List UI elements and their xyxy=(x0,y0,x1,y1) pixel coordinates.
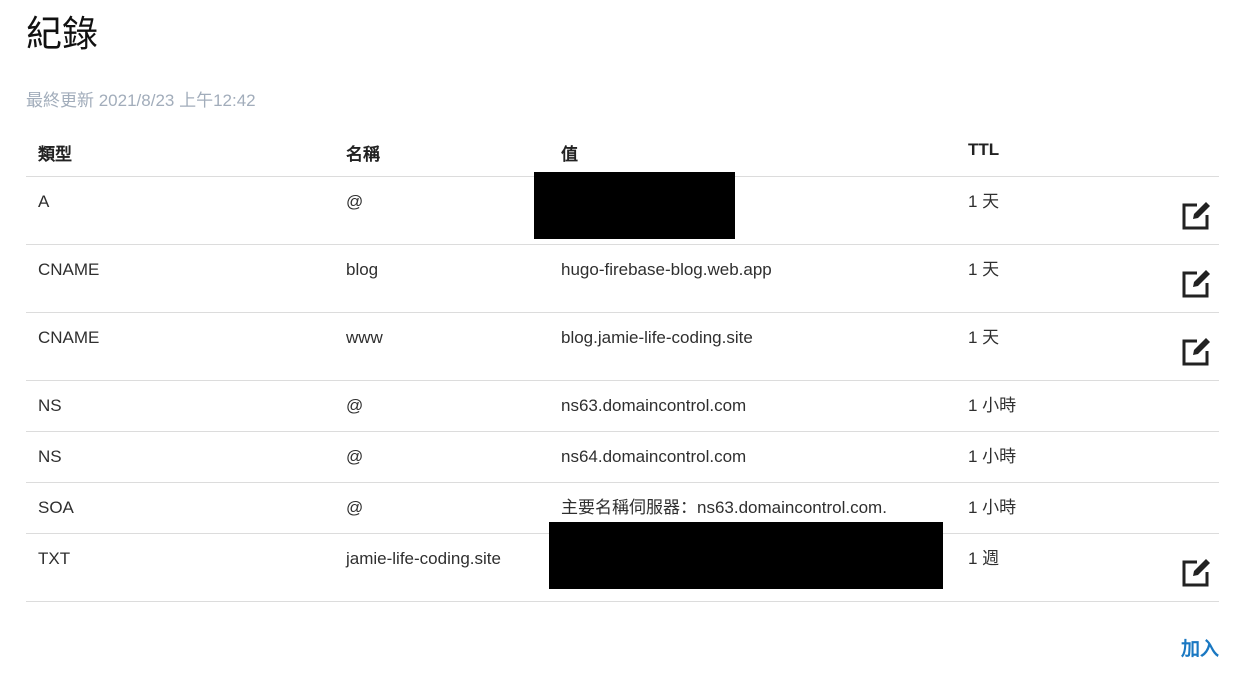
table-row: NS @ ns64.domaincontrol.com 1 小時 xyxy=(26,432,1219,483)
record-type: NS xyxy=(38,396,62,415)
record-type: CNAME xyxy=(38,328,100,347)
record-value: 主要名稱伺服器：ns63.domaincontrol.com. xyxy=(561,498,887,517)
edit-record-button[interactable] xyxy=(1180,335,1212,367)
table-header: 類型 名稱 值 TTL xyxy=(26,130,1219,177)
redacted-value xyxy=(549,522,943,589)
table-row: CNAME www blog.jamie-life-coding.site 1 … xyxy=(26,313,1219,381)
record-name: @ xyxy=(346,447,364,466)
record-type: A xyxy=(38,192,50,211)
column-header-value: 值 xyxy=(561,145,578,164)
record-ttl: 1 小時 xyxy=(968,498,1017,517)
record-value: blog.jamie-life-coding.site xyxy=(561,328,753,347)
record-name: jamie-life-coding.site xyxy=(346,549,501,568)
column-header-name: 名稱 xyxy=(346,145,380,164)
last-updated-text: 最終更新 2021/8/23 上午12:42 xyxy=(26,91,256,110)
record-ttl: 1 天 xyxy=(968,328,1000,347)
record-ttl: 1 天 xyxy=(968,260,1000,279)
record-name: @ xyxy=(346,396,364,415)
record-ttl: 1 小時 xyxy=(968,396,1017,415)
edit-record-button[interactable] xyxy=(1180,556,1212,588)
page-title: 紀錄 xyxy=(26,13,99,54)
edit-icon xyxy=(1182,270,1210,298)
edit-record-button[interactable] xyxy=(1180,199,1212,231)
record-name: www xyxy=(346,328,383,347)
record-value: hugo-firebase-blog.web.app xyxy=(561,260,772,279)
edit-icon xyxy=(1182,338,1210,366)
dns-records-table: 類型 名稱 值 TTL A @ 1 天 CNAME blog hugo-fire… xyxy=(26,130,1219,602)
record-type: CNAME xyxy=(38,260,100,279)
table-row: NS @ ns63.domaincontrol.com 1 小時 xyxy=(26,381,1219,432)
table-row: CNAME blog hugo-firebase-blog.web.app 1 … xyxy=(26,245,1219,313)
record-value: ns64.domaincontrol.com xyxy=(561,447,747,466)
add-record-link[interactable]: 加入 xyxy=(1181,634,1219,661)
column-header-type: 類型 xyxy=(38,145,72,164)
record-type: TXT xyxy=(38,549,71,568)
redacted-value xyxy=(534,172,735,239)
record-name: @ xyxy=(346,192,364,211)
record-name: blog xyxy=(346,260,379,279)
record-ttl: 1 天 xyxy=(968,192,1000,211)
edit-icon xyxy=(1182,202,1210,230)
column-header-ttl: TTL xyxy=(968,140,1000,159)
record-value: ns63.domaincontrol.com xyxy=(561,396,747,415)
record-name: @ xyxy=(346,498,364,517)
table-row: A @ 1 天 xyxy=(26,172,1219,245)
edit-record-button[interactable] xyxy=(1180,267,1212,299)
record-type: SOA xyxy=(38,498,74,517)
record-type: NS xyxy=(38,447,62,466)
record-ttl: 1 週 xyxy=(968,549,1000,568)
edit-icon xyxy=(1182,559,1210,587)
record-ttl: 1 小時 xyxy=(968,447,1017,466)
table-row: TXT jamie-life-coding.site 1 週 xyxy=(26,522,1219,602)
